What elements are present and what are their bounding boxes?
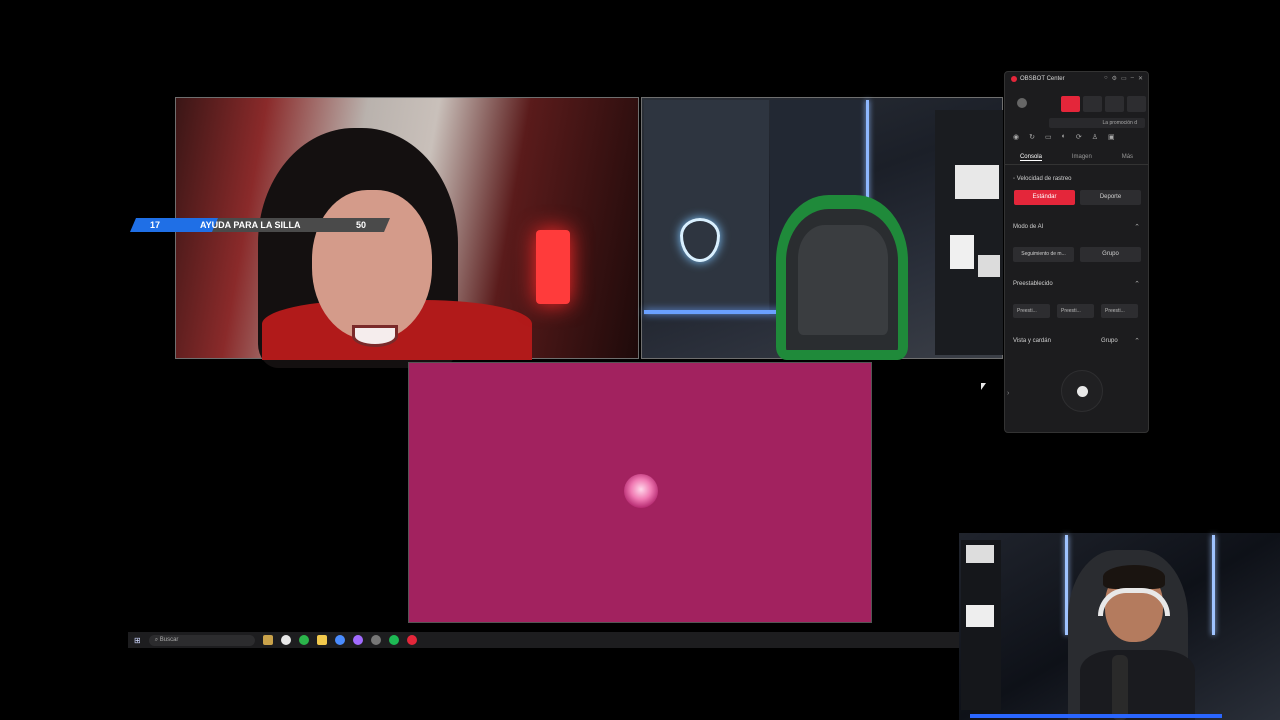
chevron-up-icon[interactable]: ⌃	[1134, 280, 1140, 288]
tab-mas[interactable]: Más	[1122, 154, 1133, 161]
chevron-up-icon[interactable]: ⌃	[1134, 223, 1140, 231]
settings-icon[interactable]: ⚙	[1112, 75, 1117, 82]
acoustic-panel-left	[644, 100, 769, 315]
pip-accent-bar	[970, 714, 1222, 718]
obsbot-app-icon[interactable]	[280, 635, 291, 645]
expand-arrow-icon[interactable]: ›	[1007, 390, 1009, 397]
toolbar-icons: ◉ ↻ ▭ ◐ ⟳ ♙ ▣	[1013, 133, 1115, 141]
chevron-up-icon[interactable]: ⌃	[1134, 337, 1140, 345]
device-slot-1[interactable]	[1061, 96, 1080, 112]
obsbot-title-bar: OBSBOT Center	[1011, 76, 1065, 82]
gimbal-mode-value[interactable]: Grupo	[1101, 338, 1118, 344]
device-slot-4[interactable]	[1127, 96, 1146, 112]
window-controls: ○ ⚙ ▭ – ✕	[1104, 75, 1143, 82]
gimbal-joystick[interactable]	[1061, 370, 1103, 412]
pip-streamer-hair	[1103, 565, 1165, 589]
mouse-cursor-icon	[981, 383, 986, 390]
device-slot-2[interactable]	[1083, 96, 1102, 112]
presets-label: Preestablecido	[1013, 281, 1053, 287]
whatsapp-icon[interactable]	[298, 635, 309, 645]
layout-icon[interactable]: ▣	[1108, 133, 1115, 141]
discord-icon[interactable]	[352, 635, 363, 645]
microphone-icon	[1112, 655, 1128, 720]
preset-2-dropdown[interactable]: Preesti...	[1057, 304, 1094, 318]
goal-current-count: 17	[150, 220, 161, 230]
preset-1-dropdown[interactable]: Preesti...	[1013, 304, 1050, 318]
ai-group-button[interactable]: Grupo	[1080, 247, 1141, 262]
person-icon[interactable]: ♙	[1092, 133, 1098, 141]
pip-shelf-item	[966, 605, 994, 627]
exposure-icon[interactable]: ◐	[1062, 133, 1066, 141]
deer-widget-icon[interactable]	[262, 635, 273, 645]
device-selector	[1061, 96, 1146, 112]
gimbal-label: Vista y cardán	[1013, 338, 1051, 344]
neon-strip-horizontal	[644, 310, 784, 314]
obsbot-title: OBSBOT Center	[1020, 76, 1065, 82]
gaming-chair-cushion	[798, 225, 888, 335]
tab-imagen[interactable]: Imagen	[1072, 154, 1092, 161]
refresh-icon[interactable]: ⟳	[1076, 133, 1082, 141]
ai-mode-label: Modo de AI	[1013, 224, 1044, 230]
goal-target-count: 50	[356, 220, 367, 230]
obsbot-center-window: OBSBOT Center ○ ⚙ ▭ – ✕ La promoción d ◉…	[1004, 71, 1149, 433]
device-slot-3[interactable]	[1105, 96, 1124, 112]
shelf-box	[955, 165, 999, 199]
speed-standard-button[interactable]: Estándar	[1014, 190, 1075, 205]
shelf	[935, 110, 1003, 355]
close-icon[interactable]: ✕	[1138, 75, 1143, 82]
minimize-icon[interactable]: –	[1131, 75, 1134, 82]
windows-start-icon[interactable]: ⊞	[134, 636, 141, 645]
goal-title: AYUDA PARA LA SILLA	[200, 220, 301, 230]
spotify-icon[interactable]	[388, 635, 399, 645]
shelf-bottle	[950, 235, 974, 269]
streamer-smile	[352, 325, 398, 347]
user-avatar-icon[interactable]	[1017, 98, 1027, 108]
stream-scene: 17 AYUDA PARA LA SILLA 50 OBSBOT Center …	[0, 0, 1280, 720]
obs-studio-icon[interactable]	[370, 635, 381, 645]
lava-lamp	[536, 230, 570, 304]
ai-tracking-button[interactable]: Seguimiento de m...	[1013, 247, 1074, 262]
obsbot-tabs: Consola Imagen Más	[1005, 154, 1148, 165]
tab-consola[interactable]: Consola	[1019, 154, 1042, 161]
camera-icon[interactable]: ◉	[1013, 133, 1019, 141]
speed-sport-button[interactable]: Deporte	[1080, 190, 1141, 205]
restore-icon[interactable]: ▭	[1121, 75, 1127, 82]
account-icon[interactable]: ○	[1104, 75, 1108, 82]
frame-icon[interactable]: ▭	[1045, 133, 1052, 141]
joystick-handle[interactable]	[1077, 386, 1088, 397]
shelf-box-small	[978, 255, 1000, 277]
promo-banner[interactable]: La promoción d	[1049, 118, 1145, 128]
pip-neon-strip	[1212, 535, 1215, 635]
preset-3-dropdown[interactable]: Preesti...	[1101, 304, 1138, 318]
rotate-icon[interactable]: ↻	[1029, 133, 1035, 141]
obsbot-logo-icon	[1011, 76, 1017, 82]
tracking-speed-label: ◦ Velocidad de rastreo	[1013, 176, 1072, 182]
flower-logo-icon	[624, 474, 658, 508]
recording-app-icon[interactable]	[406, 635, 417, 645]
streamer-face	[312, 190, 432, 340]
file-explorer-icon[interactable]	[316, 635, 327, 645]
chrome-icon[interactable]	[334, 635, 345, 645]
goal-progress-bar: 17 AYUDA PARA LA SILLA 50	[130, 218, 390, 232]
windows-taskbar: ⊞ ⌕ Buscar	[128, 632, 959, 648]
taskbar-search-input[interactable]: ⌕ Buscar	[148, 634, 255, 646]
pip-shelf-item	[966, 545, 994, 563]
pip-streamer-body	[1080, 650, 1195, 720]
